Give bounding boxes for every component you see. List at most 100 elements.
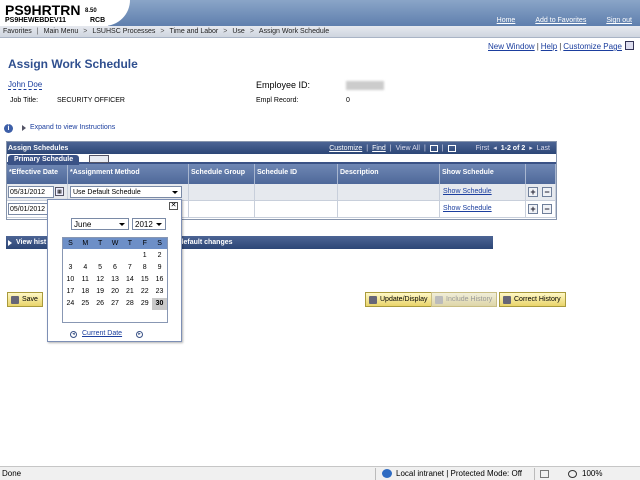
year-value: 2012 [135, 220, 153, 229]
prev-arrow-icon[interactable]: ◂ [70, 331, 77, 338]
calendar-day[interactable]: 26 [93, 298, 108, 310]
app-version: 8.50 [85, 8, 97, 14]
show-all-columns-icon[interactable] [89, 155, 109, 163]
crumb-use[interactable]: Use [232, 28, 244, 35]
calendar-day[interactable]: 15 [137, 274, 152, 286]
cell-schedule-group [189, 201, 255, 217]
view-all-link[interactable]: View All [396, 145, 420, 152]
calendar-day [63, 250, 78, 262]
assignment-method-select[interactable]: Use Default Schedule [70, 186, 182, 198]
calendar-day[interactable]: 18 [78, 286, 93, 298]
tab-primary-schedule[interactable]: Primary Schedule [8, 155, 80, 165]
help-link[interactable]: Help [541, 42, 557, 51]
personalize-icon[interactable] [625, 41, 634, 50]
customize-page-link[interactable]: Customize Page [563, 42, 622, 51]
save-button[interactable]: Save [7, 292, 43, 307]
row-range: 1-2 of 2 [500, 144, 526, 152]
calendar-day[interactable]: 14 [122, 274, 137, 286]
calendar-day[interactable]: 1 [137, 250, 152, 262]
prev-arrow-icon[interactable]: ◂ [493, 144, 497, 152]
crumb-favorites[interactable]: Favorites [3, 28, 32, 35]
next-arrow-icon[interactable]: ▸ [136, 331, 143, 338]
zoom-icon[interactable] [568, 470, 577, 478]
current-date-link[interactable]: Current Date [82, 330, 122, 337]
employee-name-link[interactable]: John Doe [8, 80, 43, 90]
calendar-day[interactable]: 19 [93, 286, 108, 298]
crumb-separator: | [36, 28, 39, 35]
calendar-day[interactable]: 10 [63, 274, 78, 286]
col-effective-date: *Effective Date [7, 164, 68, 184]
calendar-day[interactable]: 11 [78, 274, 93, 286]
cell-actions: + − [526, 201, 556, 217]
delete-row-button[interactable]: − [542, 187, 552, 197]
last-link[interactable]: Last [537, 145, 550, 152]
add-to-favorites-link[interactable]: Add to Favorites [535, 17, 586, 24]
calendar-day[interactable]: 3 [63, 262, 78, 274]
cell-schedule-group [189, 184, 255, 200]
calendar-day[interactable]: 12 [93, 274, 108, 286]
add-row-button[interactable]: + [528, 187, 538, 197]
crumb-main-menu[interactable]: Main Menu [44, 28, 79, 35]
calendar-day[interactable]: 28 [122, 298, 137, 310]
calendar-day[interactable]: 29 [137, 298, 152, 310]
calendar-day[interactable]: 6 [108, 262, 123, 274]
effective-date-input[interactable]: 05/31/2012 [8, 186, 54, 198]
calendar-day[interactable]: 25 [78, 298, 93, 310]
show-schedule-link[interactable]: Show Schedule [443, 205, 492, 212]
calendar-day[interactable]: 16 [152, 274, 167, 286]
first-link[interactable]: First [476, 145, 490, 152]
sign-out-link[interactable]: Sign out [606, 17, 632, 24]
month-select[interactable]: June [71, 218, 129, 230]
weekday: T [127, 240, 132, 247]
breadcrumb: Favorites | Main Menu > LSUHSC Processes > … [0, 26, 640, 38]
tab-row: Primary Schedule [7, 154, 556, 165]
empl-record-value: 0 [346, 97, 350, 104]
crumb-lsuhsc[interactable]: LSUHSC Processes [92, 28, 155, 35]
show-schedule-link[interactable]: Show Schedule [443, 188, 492, 195]
save-icon [11, 296, 19, 304]
job-title-label: Job Title: [10, 97, 39, 104]
correct-history-button[interactable]: Correct History [499, 292, 566, 307]
find-link[interactable]: Find [372, 145, 386, 152]
calendar-day[interactable]: 22 [137, 286, 152, 298]
zoom-level[interactable]: 100% [582, 469, 602, 478]
expand-instructions-link[interactable]: Expand to view Instructions [30, 124, 115, 131]
calendar-day[interactable]: 5 [93, 262, 108, 274]
calendar-day[interactable]: 30 [152, 298, 167, 310]
year-select[interactable]: 2012 [132, 218, 166, 230]
calendar-day[interactable]: 17 [63, 286, 78, 298]
calendar-day[interactable]: 27 [108, 298, 123, 310]
crumb-time-labor[interactable]: Time and Labor [169, 28, 218, 35]
nav-separator: | [441, 144, 444, 152]
weekday: S [157, 240, 162, 247]
calendar-day[interactable]: 13 [108, 274, 123, 286]
include-history-button[interactable]: Include History [431, 292, 498, 307]
new-window-icon[interactable] [429, 144, 438, 152]
add-row-button[interactable]: + [528, 204, 538, 214]
calendar-day[interactable]: 2 [152, 250, 167, 262]
delete-row-button[interactable]: − [542, 204, 552, 214]
new-window-link[interactable]: New Window [488, 42, 535, 51]
download-icon[interactable] [447, 144, 456, 152]
close-icon[interactable]: ✕ [169, 202, 178, 210]
cell-show-schedule: Show Schedule [440, 201, 526, 217]
col-show-schedule: Show Schedule [440, 164, 526, 184]
calendar-day[interactable]: 23 [152, 286, 167, 298]
assignment-method-value: Use Default Schedule [73, 189, 141, 196]
calendar-icon[interactable]: ▦ [55, 187, 64, 196]
calendar-day[interactable]: 4 [78, 262, 93, 274]
calendar-day[interactable]: 21 [122, 286, 137, 298]
calendar-day[interactable]: 9 [152, 262, 167, 274]
calendar-day[interactable]: 24 [63, 298, 78, 310]
update-display-button[interactable]: Update/Display [365, 292, 433, 307]
expand-triangle-icon[interactable] [22, 125, 26, 131]
calendar-day[interactable]: 20 [108, 286, 123, 298]
next-arrow-icon[interactable]: ▸ [529, 144, 533, 152]
calendar-day[interactable]: 7 [122, 262, 137, 274]
calendar-day[interactable]: 8 [137, 262, 152, 274]
job-title-value: SECURITY OFFICER [57, 97, 125, 104]
customize-link[interactable]: Customize [329, 145, 362, 152]
cell-schedule-id [255, 184, 338, 200]
home-link[interactable]: Home [497, 17, 516, 24]
cell-assignment-method: Use Default Schedule [68, 184, 189, 200]
